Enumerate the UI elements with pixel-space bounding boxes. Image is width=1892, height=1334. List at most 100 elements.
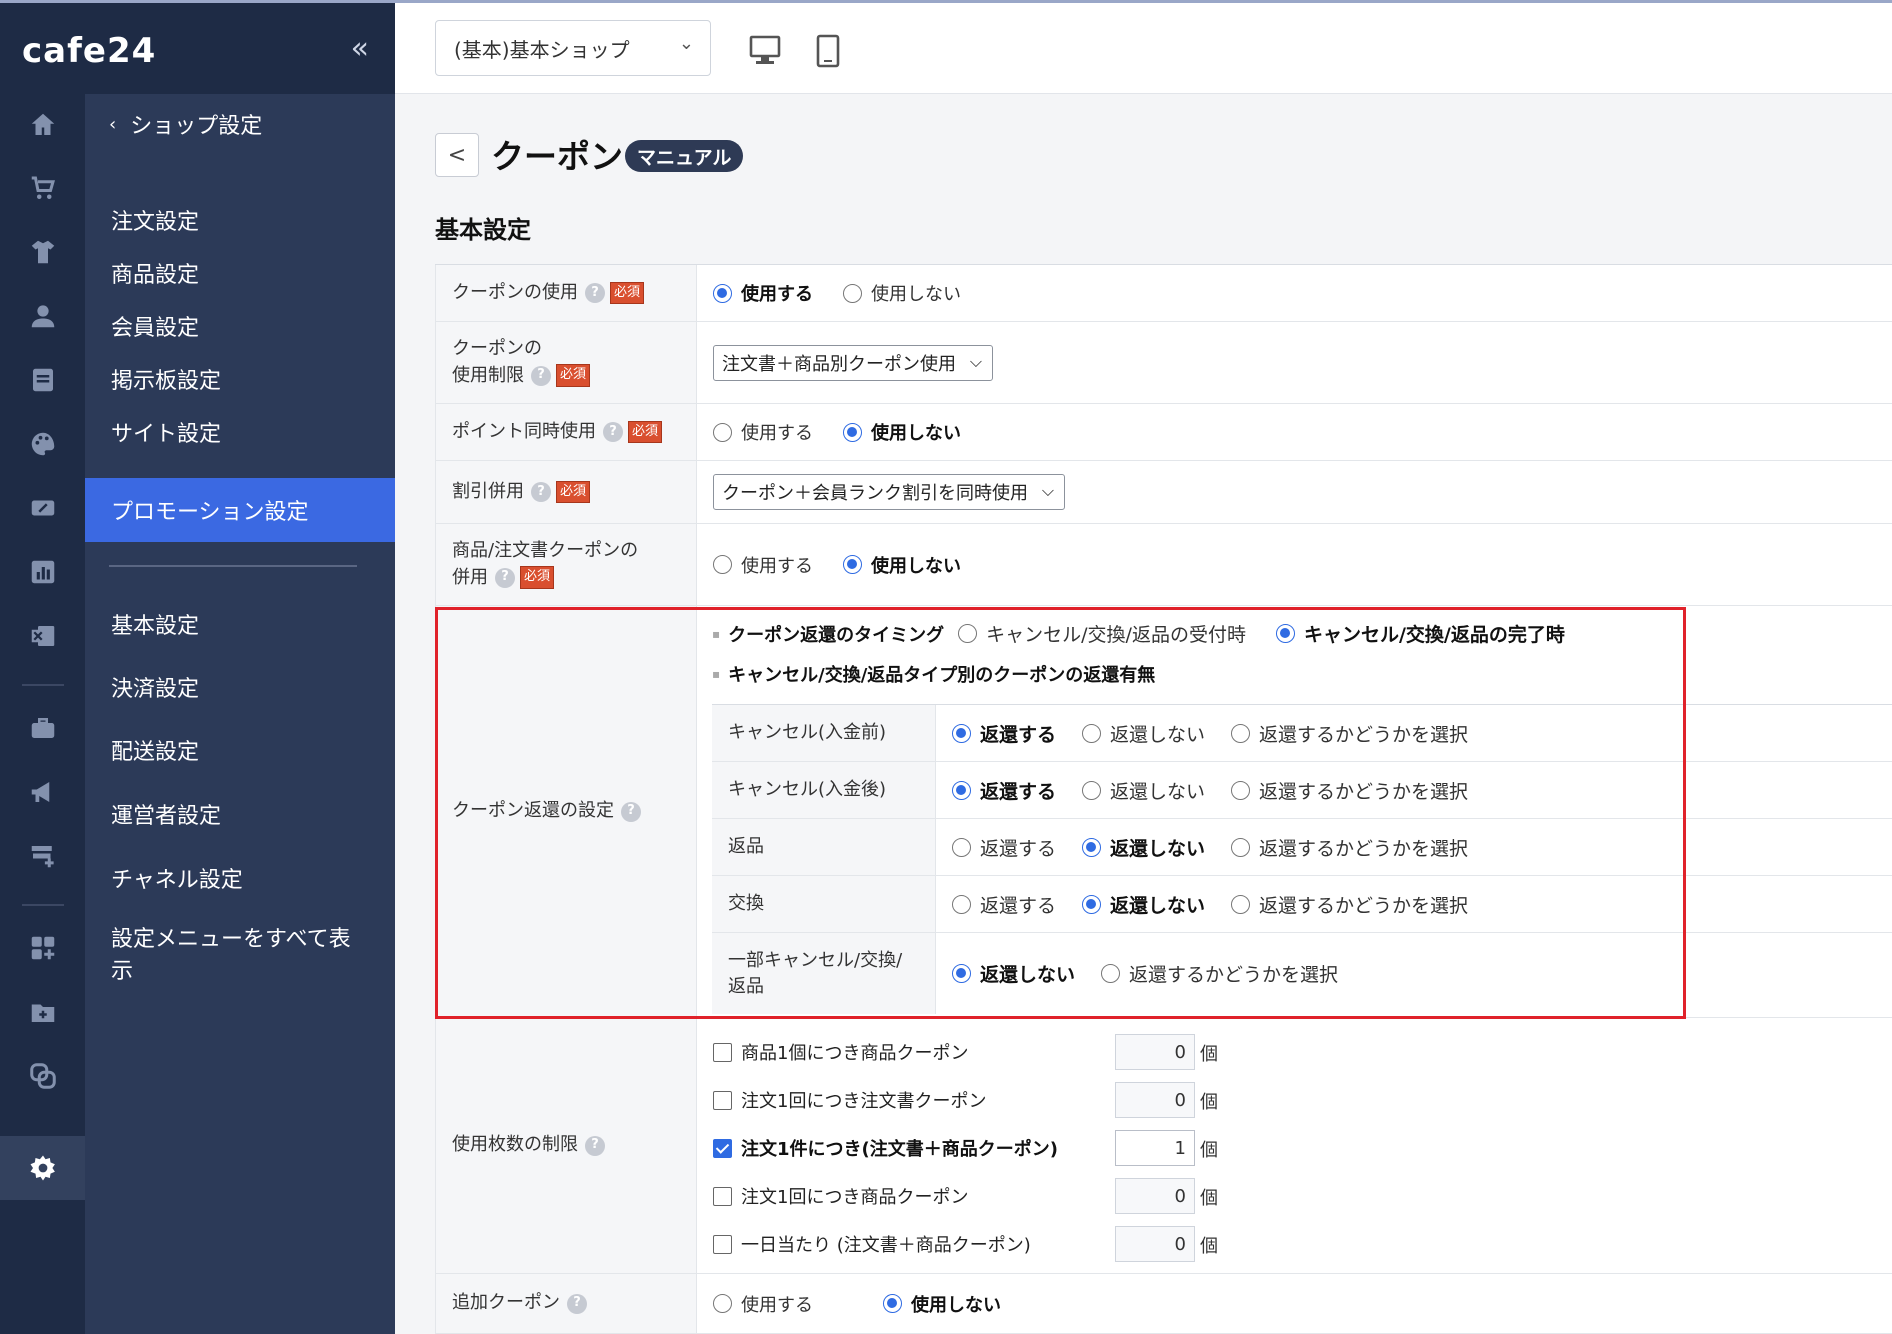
store-add-icon[interactable]: [21, 834, 65, 878]
return-radio-no[interactable]: 返還しない: [1082, 777, 1205, 804]
board-icon[interactable]: [21, 358, 65, 402]
coupon-use-radio-use[interactable]: 使用する: [713, 280, 813, 306]
return-timing-radio-complete[interactable]: キャンセル/交換/返品の完了時: [1275, 620, 1565, 647]
usage-limit-checkbox[interactable]: [713, 1042, 732, 1062]
usage-limit-checkbox[interactable]: [713, 1186, 732, 1206]
return-radio-choose[interactable]: 返還するかどうかを選択: [1231, 777, 1468, 804]
point-combo-radio-nouse[interactable]: 使用しない: [843, 419, 961, 445]
point-combo-radio-use[interactable]: 使用する: [713, 419, 813, 445]
submenu-item-basic[interactable]: 基本設定: [85, 592, 395, 656]
return-row-options: 返還する 返還しない 返還するかどうかを選択: [936, 762, 1892, 818]
return-radio-no[interactable]: 返還しない: [1082, 834, 1205, 861]
row-label: クーポンの使用 ? 必須: [435, 265, 697, 321]
help-icon[interactable]: ?: [585, 283, 605, 303]
usage-limit-input[interactable]: [1115, 1082, 1195, 1118]
palette-icon[interactable]: [21, 422, 65, 466]
mobile-view-icon[interactable]: [811, 33, 845, 69]
submenu-item-channel[interactable]: チャネル設定: [85, 846, 395, 910]
return-radio-no[interactable]: 返還しない: [1082, 720, 1205, 747]
return-timing-line: クーポン返還のタイミング キャンセル/交換/返品の受付時 キャンセル/交換/返品…: [712, 620, 1595, 647]
row-label: ポイント同時使用 ? 必須: [435, 404, 697, 460]
return-row-label: 返品: [712, 819, 936, 875]
excel-icon[interactable]: [21, 614, 65, 658]
help-icon[interactable]: ?: [531, 482, 551, 502]
return-radio-yes[interactable]: 返還する: [952, 834, 1056, 861]
widgets-add-icon[interactable]: [21, 926, 65, 970]
return-radio-choose[interactable]: 返還するかどうかを選択: [1231, 834, 1468, 861]
shop-select[interactable]: (基本)基本ショップ ⌄: [435, 20, 711, 76]
usage-limit-input[interactable]: [1115, 1226, 1195, 1262]
chart-icon[interactable]: [21, 550, 65, 594]
return-radio-choose[interactable]: 返還するかどうかを選択: [1101, 960, 1338, 987]
help-icon[interactable]: ?: [531, 365, 551, 386]
return-radio-yes[interactable]: 返還する: [952, 777, 1056, 804]
page-title: クーポン: [491, 137, 623, 176]
row-label: クーポン返還の設定 ?: [435, 606, 697, 1017]
return-timing-radio-accept[interactable]: キャンセル/交換/返品の受付時: [958, 620, 1246, 647]
coupon-restriction-value: 注文書＋商品別クーポン使用: [722, 353, 956, 375]
folder-add-icon[interactable]: [21, 990, 65, 1034]
coupon-restriction-select[interactable]: 注文書＋商品別クーポン使用 ⌵: [713, 344, 993, 381]
return-radio-choose[interactable]: 返還するかどうかを選択: [1231, 720, 1468, 747]
gear-icon[interactable]: [21, 1146, 65, 1190]
required-badge: 必須: [520, 566, 555, 589]
home-icon[interactable]: [21, 103, 65, 147]
additional-coupon-label: 追加クーポン: [452, 1292, 560, 1314]
submenu-item-shipping[interactable]: 配送設定: [85, 718, 395, 782]
row-point-combo: ポイント同時使用 ? 必須 使用する 使用しない: [435, 404, 1892, 461]
back-to-shop-settings[interactable]: ‹ ショップ設定: [109, 108, 262, 140]
return-radio-yes[interactable]: 返還する: [952, 891, 1056, 918]
back-label: ショップ設定: [130, 114, 263, 139]
help-icon[interactable]: ?: [567, 1293, 587, 1314]
partial-label-1: 一部キャンセル/交換/: [728, 950, 903, 972]
submenu-item-operator[interactable]: 運営者設定: [85, 782, 395, 846]
toolbox-icon[interactable]: [21, 706, 65, 750]
product-order-combo-radio-nouse[interactable]: 使用しない: [843, 552, 961, 578]
usage-limit-unit: 個: [1200, 1140, 1218, 1161]
usage-limit-item: 一日当たり (注文書＋商品クーポン): [713, 1224, 1031, 1264]
return-radio-no[interactable]: 返還しない: [952, 960, 1075, 987]
return-radio-no[interactable]: 返還しない: [1082, 891, 1205, 918]
row-value: クーポン＋会員ランク割引を同時使用 ⌵: [697, 461, 1892, 523]
help-icon[interactable]: ?: [585, 1135, 605, 1156]
desktop-view-icon[interactable]: [748, 33, 782, 69]
usage-limit-input[interactable]: [1115, 1034, 1195, 1070]
help-icon[interactable]: ?: [621, 801, 641, 822]
additional-coupon-radio-use[interactable]: 使用する: [713, 1291, 813, 1317]
return-row-label: 交換: [712, 876, 936, 932]
discount-combo-label: 割引併用: [452, 480, 524, 502]
cart-icon[interactable]: [21, 166, 65, 210]
return-radio-yes[interactable]: 返還する: [952, 720, 1056, 747]
return-row-label: 一部キャンセル/交換/ 返品: [712, 933, 936, 1014]
usage-limit-input[interactable]: [1115, 1130, 1195, 1166]
help-icon[interactable]: ?: [495, 567, 515, 588]
usage-limit-checkbox-checked[interactable]: [713, 1138, 732, 1158]
return-settings-label: クーポン返還の設定: [452, 800, 614, 822]
ticket-icon[interactable]: [21, 486, 65, 530]
row-coupon-restriction: クーポンの 使用制限? 必須 注文書＋商品別クーポン使用 ⌵: [435, 322, 1892, 404]
usage-limit-input[interactable]: [1115, 1178, 1195, 1214]
brand-logo[interactable]: cafe24: [22, 31, 156, 71]
discount-combo-select[interactable]: クーポン＋会員ランク割引を同時使用 ⌵: [713, 474, 1065, 510]
megaphone-icon[interactable]: [21, 770, 65, 814]
person-icon[interactable]: [21, 294, 65, 338]
manual-badge[interactable]: マニュアル: [625, 140, 744, 172]
product-order-combo-radio-use[interactable]: 使用する: [713, 552, 813, 578]
submenu-item-show-all[interactable]: 設定メニューをすべて表示: [85, 916, 355, 996]
usage-limit-checkbox[interactable]: [713, 1234, 732, 1254]
additional-coupon-radio-nouse[interactable]: 使用しない: [883, 1291, 1001, 1317]
submenu-item-promotion[interactable]: プロモーション設定: [85, 478, 395, 542]
return-radio-choose[interactable]: 返還するかどうかを選択: [1231, 891, 1468, 918]
collapse-sidebar-button[interactable]: «: [351, 31, 369, 66]
back-button[interactable]: <: [435, 133, 479, 177]
shirt-icon[interactable]: [21, 230, 65, 274]
submenu-item-payment[interactable]: 決済設定: [85, 655, 395, 719]
help-icon[interactable]: ?: [603, 422, 623, 442]
usage-limit-checkbox[interactable]: [713, 1090, 732, 1110]
coupon-use-radio-nouse[interactable]: 使用しない: [843, 280, 961, 306]
row-label: クーポンの 使用制限? 必須: [435, 322, 697, 403]
submenu-item-site[interactable]: サイト設定: [85, 400, 395, 464]
link-icon[interactable]: [21, 1054, 65, 1098]
main-content: < クーポン マニュアル 基本設定 クーポンの使用 ? 必須 使用する 使用しな…: [395, 94, 1892, 1334]
product-order-combo-label-2: 併用: [452, 566, 488, 588]
